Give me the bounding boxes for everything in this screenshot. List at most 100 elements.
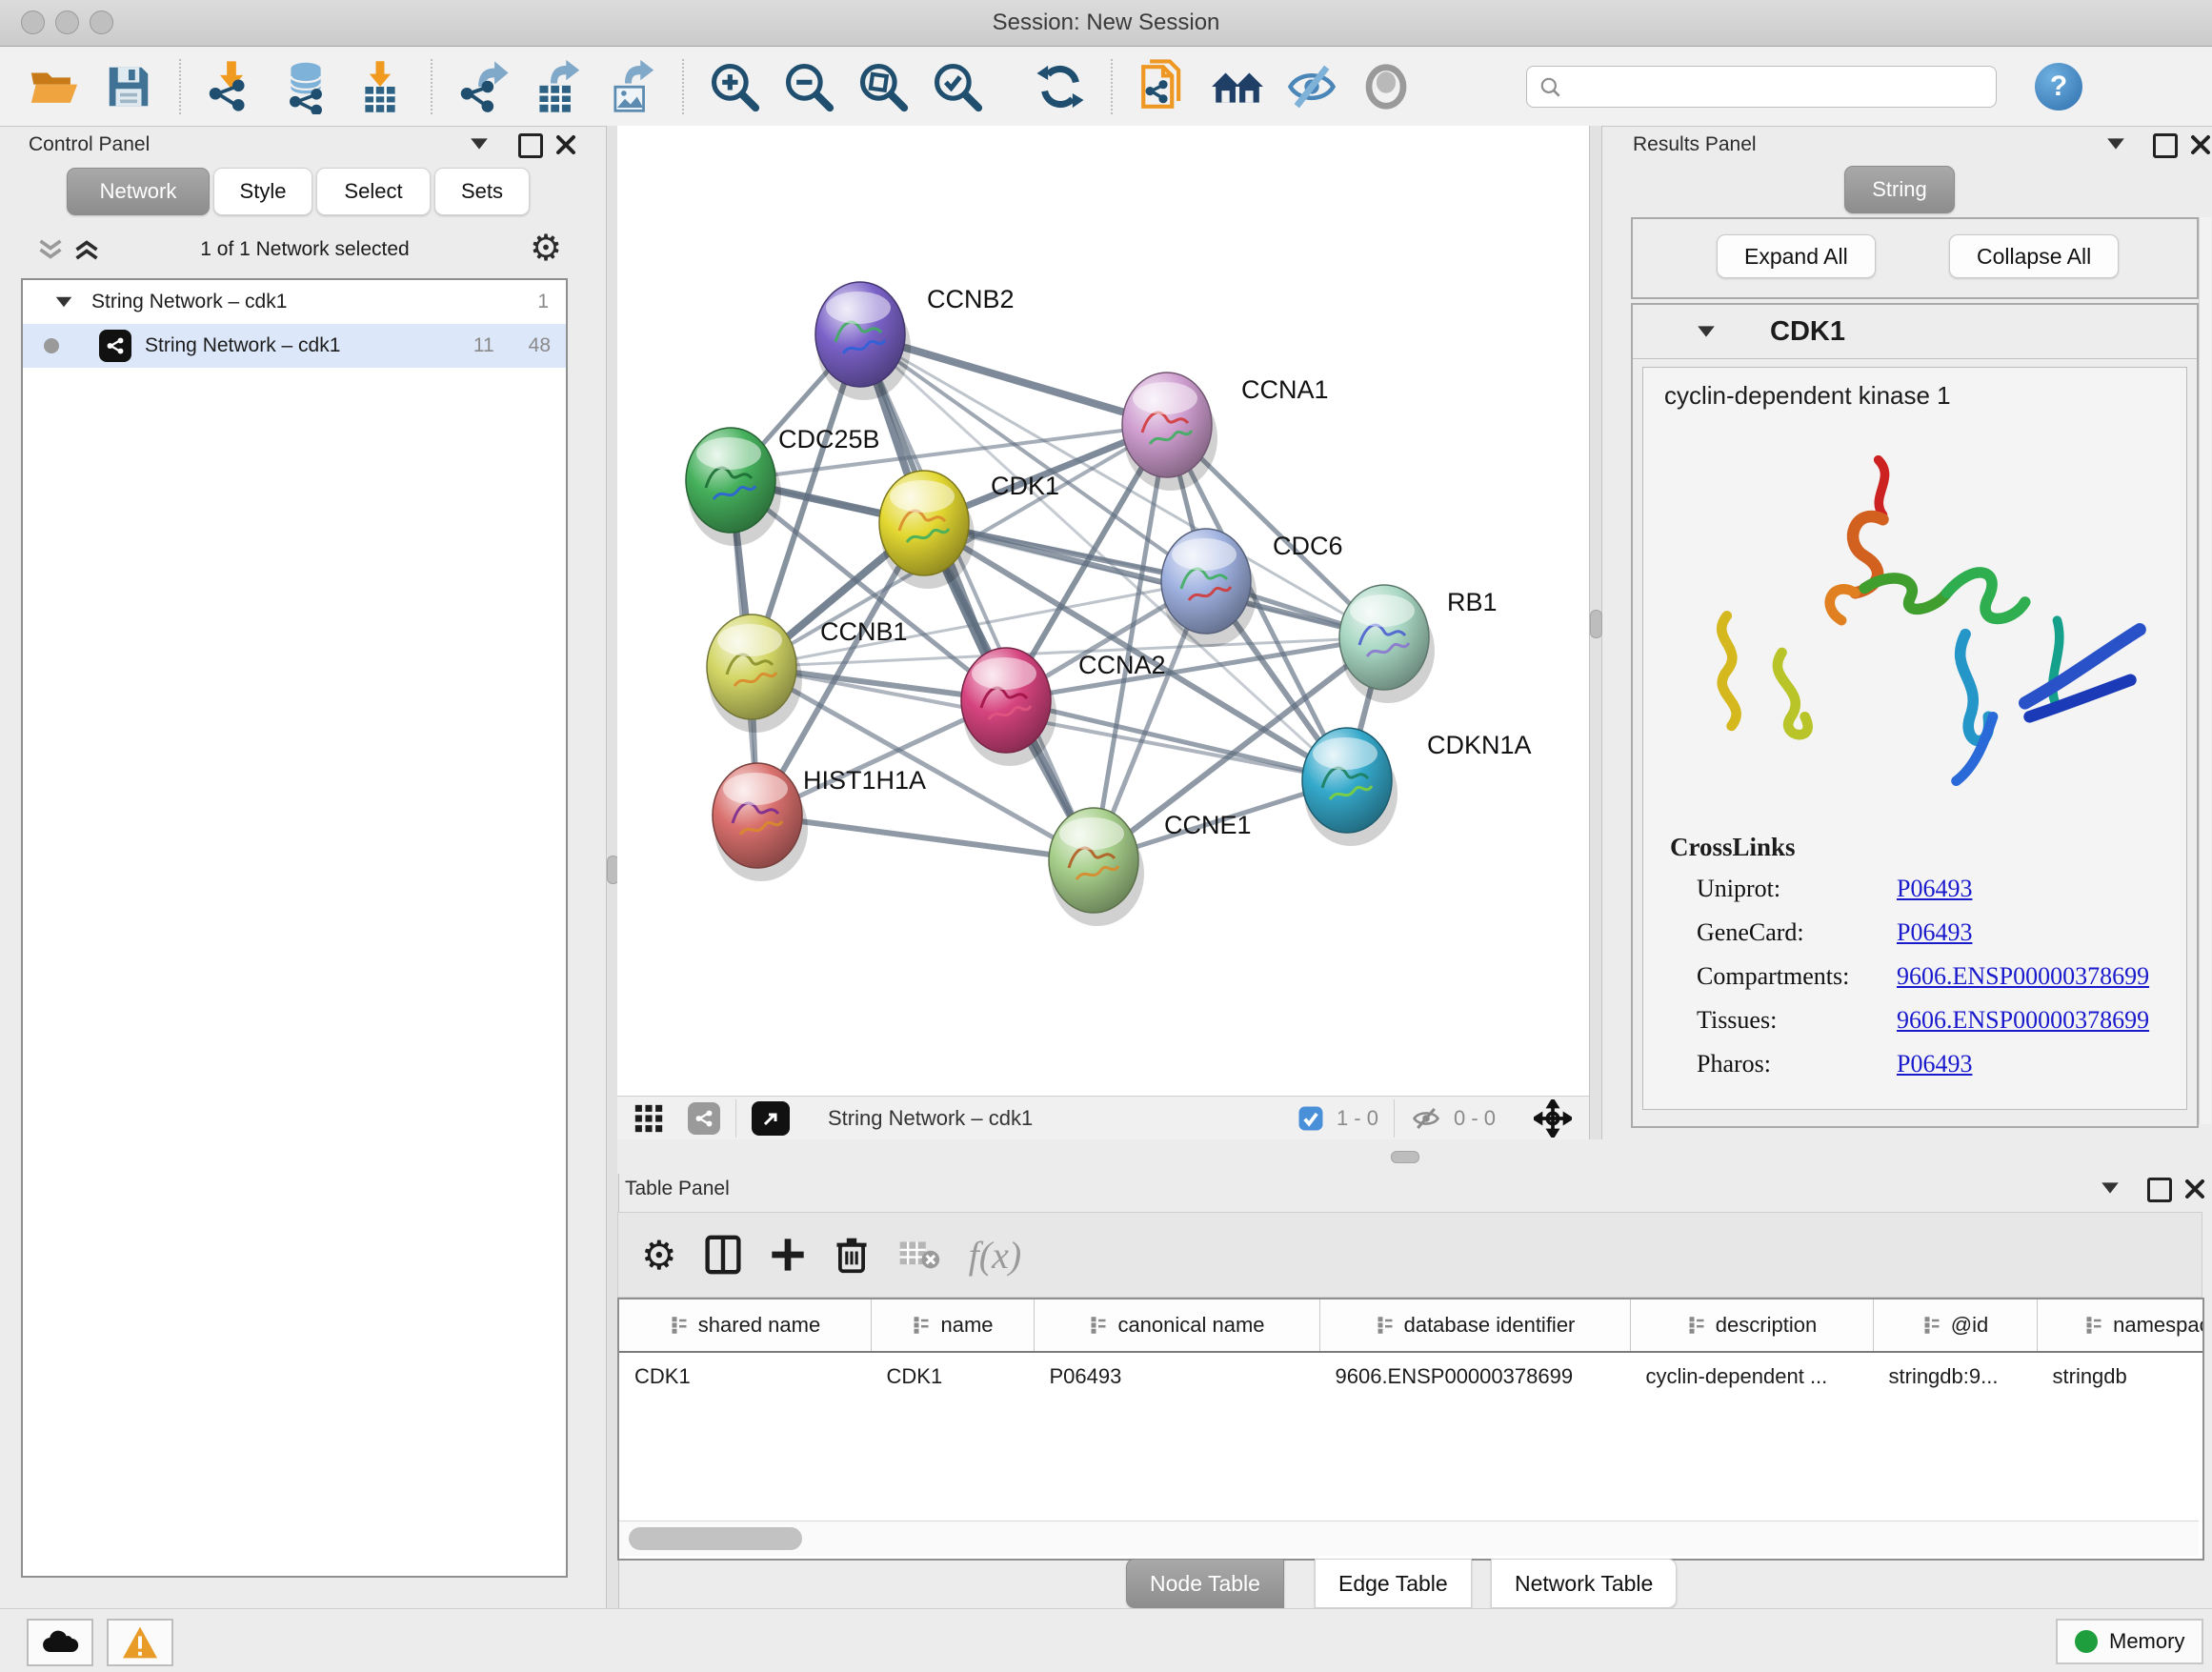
table-cell[interactable]: stringdb <box>2038 1352 2205 1400</box>
export-table-button[interactable] <box>530 57 585 116</box>
network-edge-HIST1H1A-CCNE1[interactable] <box>757 816 1094 860</box>
results-panel-close-icon[interactable] <box>2189 133 2212 156</box>
network-row-selected[interactable]: String Network – cdk1 11 48 <box>23 324 566 368</box>
network-graph[interactable]: CCNB2CCNA1CDC25BCDK1CDC6RB1CCNB1CCNA2CDK… <box>617 126 1589 1096</box>
hide-glyphs-button[interactable] <box>1284 57 1339 116</box>
selected-checkbox-icon[interactable] <box>1297 1104 1325 1133</box>
expand-all-icon[interactable] <box>72 236 101 263</box>
export-network-button[interactable] <box>455 57 511 116</box>
zoom-out-button[interactable] <box>781 57 836 116</box>
node-table-grid[interactable]: shared namenamecanonical namedatabase id… <box>619 1299 2204 1400</box>
import-network-database-button[interactable] <box>278 57 333 116</box>
tab-sets[interactable]: Sets <box>434 168 530 215</box>
import-network-icon <box>204 59 259 114</box>
expand-all-button[interactable]: Expand All <box>1717 234 1876 278</box>
crosslink-link[interactable]: 9606.ENSP00000378699 <box>1897 962 2149 991</box>
zoom-selected-button[interactable] <box>930 57 985 116</box>
memory-button[interactable]: Memory <box>2056 1619 2203 1664</box>
gene-header[interactable]: CDK1 <box>1633 305 2197 359</box>
table-row[interactable]: CDK1CDK1P064939606.ENSP00000378699cyclin… <box>619 1352 2204 1400</box>
export-image-button[interactable] <box>604 57 659 116</box>
birds-eye-toggle-icon[interactable] <box>1534 1099 1572 1138</box>
table-panel-divider[interactable] <box>617 1139 2212 1174</box>
control-panel-close-icon[interactable] <box>554 133 577 156</box>
network-node-CDK1[interactable]: CDK1 <box>879 471 1059 589</box>
collection-expand-icon[interactable] <box>56 297 72 308</box>
column-header-database-identifier[interactable]: database identifier <box>1320 1299 1631 1352</box>
help-button[interactable]: ? <box>2035 63 2082 111</box>
column-header-namespace[interactable]: namespace <box>2038 1299 2205 1352</box>
table-cell[interactable]: 9606.ENSP00000378699 <box>1320 1352 1631 1400</box>
zoom-in-button[interactable] <box>707 57 762 116</box>
delete-column-icon[interactable] <box>834 1234 870 1276</box>
column-header-description[interactable]: description <box>1631 1299 1874 1352</box>
collapse-all-button[interactable]: Collapse All <box>1949 234 2119 278</box>
crosslink-link[interactable]: P06493 <box>1897 1050 1972 1078</box>
table-hscrollbar[interactable] <box>619 1521 2199 1556</box>
network-node-CDKN1A[interactable]: CDKN1A <box>1302 728 1532 846</box>
tab-network[interactable]: Network <box>67 168 210 215</box>
search-input[interactable] <box>1571 70 1984 104</box>
divider-handle[interactable] <box>1391 1151 1419 1163</box>
tab-string[interactable]: String <box>1844 166 1955 213</box>
import-network-file-button[interactable] <box>204 57 259 116</box>
column-header-canonical-name[interactable]: canonical name <box>1035 1299 1320 1352</box>
cloud-status-button[interactable] <box>27 1619 93 1666</box>
refresh-view-button[interactable] <box>1033 57 1088 116</box>
table-cell[interactable]: P06493 <box>1035 1352 1320 1400</box>
import-string-file-button[interactable] <box>1136 57 1191 116</box>
tab-edge-table[interactable]: Edge Table <box>1315 1559 1472 1608</box>
tab-select[interactable]: Select <box>316 168 431 215</box>
table-cell[interactable]: CDK1 <box>619 1352 872 1400</box>
table-panel-close-icon[interactable] <box>2183 1178 2206 1200</box>
column-header-name[interactable]: name <box>872 1299 1035 1352</box>
grid-view-icon[interactable] <box>633 1102 665 1135</box>
gene-collapse-icon[interactable] <box>1698 326 1715 336</box>
save-session-button[interactable] <box>101 57 156 116</box>
warning-button[interactable] <box>107 1619 173 1666</box>
network-options-gear-icon[interactable]: ⚙ <box>530 231 562 267</box>
table-cell[interactable]: cyclin-dependent ... <box>1631 1352 1874 1400</box>
results-panel-collapse-icon[interactable] <box>2107 138 2124 149</box>
network-collection-row[interactable]: String Network – cdk1 1 <box>23 280 566 324</box>
control-panel-float-icon[interactable] <box>518 133 543 158</box>
table-cell[interactable]: stringdb:9... <box>1874 1352 2038 1400</box>
column-header-shared-name[interactable]: shared name <box>619 1299 872 1352</box>
open-in-window-icon[interactable] <box>752 1101 790 1136</box>
crosslink-link[interactable]: P06493 <box>1897 875 1972 903</box>
network-node-CDC25B[interactable]: CDC25B <box>686 425 880 546</box>
network-node-CCNE1[interactable]: CCNE1 <box>1049 808 1252 926</box>
network-node-CCNA1[interactable]: CCNA1 <box>1122 373 1329 491</box>
crosslink-link[interactable]: P06493 <box>1897 918 1972 947</box>
results-scrollbar[interactable] <box>2199 217 2211 1124</box>
home-button[interactable] <box>1210 57 1265 116</box>
add-column-icon[interactable] <box>769 1234 807 1276</box>
results-panel-float-icon[interactable] <box>2153 133 2178 158</box>
network-node-CDC6[interactable]: CDC6 <box>1161 529 1343 647</box>
node-label-CDC6: CDC6 <box>1273 532 1343 560</box>
hidden-eye-icon[interactable] <box>1410 1104 1442 1133</box>
delete-table-icon[interactable] <box>898 1238 940 1272</box>
network-node-RB1[interactable]: RB1 <box>1339 585 1498 703</box>
table-panel-collapse-icon[interactable] <box>2101 1182 2119 1193</box>
crosslink-link[interactable]: 9606.ENSP00000378699 <box>1897 1006 2149 1035</box>
show-columns-icon[interactable] <box>704 1234 742 1276</box>
show-glyphs-button[interactable] <box>1358 57 1414 116</box>
table-cell[interactable]: CDK1 <box>872 1352 1035 1400</box>
collapse-all-icon[interactable] <box>36 236 65 263</box>
column-header--id[interactable]: @id <box>1874 1299 2038 1352</box>
table-hscrollbar-thumb[interactable] <box>629 1527 802 1550</box>
open-session-button[interactable] <box>27 57 82 116</box>
network-badge-icon[interactable] <box>688 1102 720 1135</box>
table-panel-float-icon[interactable] <box>2147 1178 2172 1202</box>
control-panel-collapse-icon[interactable] <box>471 138 488 149</box>
tab-style[interactable]: Style <box>213 168 312 215</box>
tab-node-table[interactable]: Node Table <box>1126 1559 1284 1608</box>
table-settings-gear-icon[interactable]: ⚙ <box>641 1232 677 1279</box>
network-canvas[interactable]: CCNB2CCNA1CDC25BCDK1CDC6RB1CCNB1CCNA2CDK… <box>617 126 1589 1096</box>
apply-function-fx-icon[interactable]: f(x) <box>969 1233 1022 1278</box>
network-node-CCNB2[interactable]: CCNB2 <box>815 282 1015 400</box>
import-table-button[interactable] <box>352 57 408 116</box>
tab-network-table[interactable]: Network Table <box>1491 1559 1677 1608</box>
zoom-fit-button[interactable] <box>855 57 911 116</box>
